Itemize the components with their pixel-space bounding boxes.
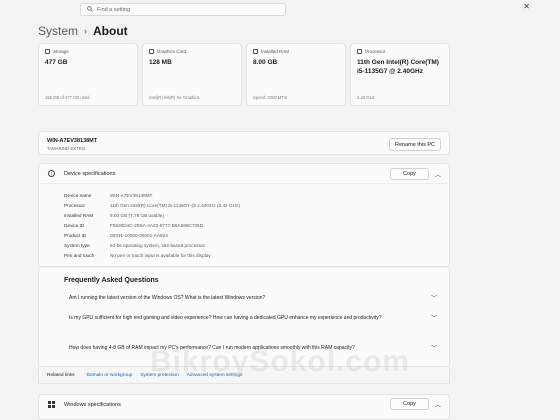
faq-question: Is my GPU sufficient for high end gaming… bbox=[69, 315, 382, 321]
ram-icon bbox=[253, 49, 258, 54]
spec-value: WIN-A7EV38138MT bbox=[110, 193, 153, 199]
spec-row: Pen and touch No pen or touch input is av… bbox=[64, 250, 240, 260]
spec-label: Product ID bbox=[64, 233, 87, 238]
storage-icon bbox=[45, 49, 50, 54]
device-model: TAMARIND EXTRG bbox=[47, 146, 86, 151]
graphics-card-icon bbox=[149, 49, 154, 54]
faq-item[interactable]: Am I running the latest version of the W… bbox=[69, 295, 441, 302]
spec-value: No pen or touch input is available for t… bbox=[110, 252, 211, 258]
windows-specifications-title: Windows specifications bbox=[64, 402, 121, 408]
device-specifications-header[interactable]: i Device specifications Copy ︿ bbox=[39, 164, 449, 184]
card-label: Installed RAM bbox=[261, 49, 290, 54]
card-value: 8.00 GB bbox=[253, 59, 278, 66]
faq-title: Frequently Asked Questions bbox=[64, 277, 159, 284]
spec-row: Device name WIN-A7EV38138MT bbox=[64, 191, 240, 201]
spec-row: Processor 11th Gen Intel(R) Core(TM) i5-1… bbox=[64, 201, 240, 211]
spec-label: Processor bbox=[64, 203, 86, 209]
spec-label: Pen and touch bbox=[64, 252, 95, 258]
spec-label: System type bbox=[64, 242, 90, 248]
ram-card[interactable]: Installed RAM 8.00 GB Speed: 3200 MT/s bbox=[246, 43, 346, 106]
spec-label: Installed RAM bbox=[64, 213, 94, 219]
rename-pc-button[interactable]: Rename this PC bbox=[389, 138, 441, 151]
faq-item[interactable]: Is my GPU sufficient for high end gaming… bbox=[69, 315, 441, 322]
device-name-panel: WIN-A7EV38138MT TAMARIND EXTRG Rename th… bbox=[38, 131, 450, 155]
search-icon bbox=[87, 5, 93, 14]
card-label: Graphics Card bbox=[157, 49, 187, 54]
spec-row: Installed RAM 8.00 GB (7.78 GB usable) bbox=[64, 211, 240, 221]
card-value: 477 GB bbox=[45, 59, 68, 66]
windows-logo-icon bbox=[48, 401, 55, 408]
info-icon: i bbox=[48, 170, 55, 177]
chevron-down-icon[interactable]: ﹀ bbox=[431, 315, 437, 324]
card-label: Storage bbox=[53, 49, 69, 54]
chevron-up-icon[interactable]: ︿ bbox=[435, 170, 441, 179]
card-value: 128 MB bbox=[149, 59, 172, 66]
spec-row: System type 64-bit operating system, x64-… bbox=[64, 240, 240, 250]
chevron-up-icon[interactable]: ︿ bbox=[435, 400, 441, 409]
card-sub: 155 GB of 477 GB used bbox=[45, 95, 90, 100]
related-links-label: Related links bbox=[47, 372, 75, 378]
search-box[interactable]: Find a setting bbox=[80, 3, 286, 16]
card-value: 11th Gen Intel(R) Core(TM) i5-1135G7 @ 2… bbox=[357, 59, 439, 75]
chevron-down-icon[interactable]: ﹀ bbox=[431, 295, 437, 304]
page-title: About bbox=[93, 24, 128, 38]
spec-value: 64-bit operating system, x64-based proce… bbox=[110, 242, 206, 248]
faq-question: Am I running the latest version of the W… bbox=[69, 295, 266, 301]
spec-value: 00331-10000-00001-AA824 bbox=[110, 233, 168, 238]
summary-cards: Storage 477 GB 155 GB of 477 GB used Gra… bbox=[38, 43, 450, 106]
processor-icon bbox=[357, 49, 362, 54]
spec-label: Device name bbox=[64, 193, 92, 199]
spec-value: F5520D4C-2E5A-4A23-9777-B6A689C736D bbox=[110, 223, 204, 229]
chevron-down-icon[interactable]: ﹀ bbox=[431, 345, 437, 354]
card-sub: Intel(R) Iris(R) Xe Graphics bbox=[149, 95, 200, 100]
device-name: WIN-A7EV38138MT bbox=[47, 138, 98, 144]
storage-card[interactable]: Storage 477 GB 155 GB of 477 GB used bbox=[38, 43, 138, 106]
spec-row: Device ID F5520D4C-2E5A-4A23-9777-B6A689C… bbox=[64, 221, 240, 231]
card-sub: Speed: 3200 MT/s bbox=[253, 95, 288, 100]
spec-row: Product ID 00331-10000-00001-AA824 bbox=[64, 231, 240, 241]
spec-value: 11th Gen Intel(R) Core(TM) i5-1135G7 @ 2… bbox=[110, 203, 240, 209]
card-sub: 2.42 GHz bbox=[357, 95, 375, 100]
breadcrumb-system[interactable]: System bbox=[38, 24, 78, 38]
link-domain-workgroup[interactable]: Domain or workgroup bbox=[86, 373, 132, 378]
breadcrumb-separator-icon: › bbox=[84, 26, 88, 36]
search-placeholder: Find a setting bbox=[97, 6, 131, 13]
copy-device-specs-button[interactable]: Copy bbox=[390, 168, 429, 180]
close-icon[interactable]: ✕ bbox=[523, 2, 530, 11]
watermark: BikroySokol.com bbox=[150, 345, 411, 378]
windows-specifications-panel[interactable]: Windows specifications Copy ︿ bbox=[38, 394, 450, 420]
breadcrumb: System › About bbox=[38, 24, 128, 38]
device-specifications-title: Device specifications bbox=[64, 171, 116, 177]
spec-label: Device ID bbox=[64, 223, 85, 229]
graphics-card-card[interactable]: Graphics Card 128 MB Intel(R) Iris(R) Xe… bbox=[142, 43, 242, 106]
copy-windows-specs-button[interactable]: Copy bbox=[390, 398, 429, 410]
spec-value: 8.00 GB (7.78 GB usable) bbox=[110, 213, 164, 219]
processor-card[interactable]: Processor 11th Gen Intel(R) Core(TM) i5-… bbox=[350, 43, 450, 106]
spec-rows: Device name WIN-A7EV38138MT Processor 11th… bbox=[64, 191, 240, 260]
device-specifications-panel: i Device specifications Copy ︿ Device na… bbox=[38, 163, 450, 267]
card-label: Processor bbox=[365, 49, 386, 54]
